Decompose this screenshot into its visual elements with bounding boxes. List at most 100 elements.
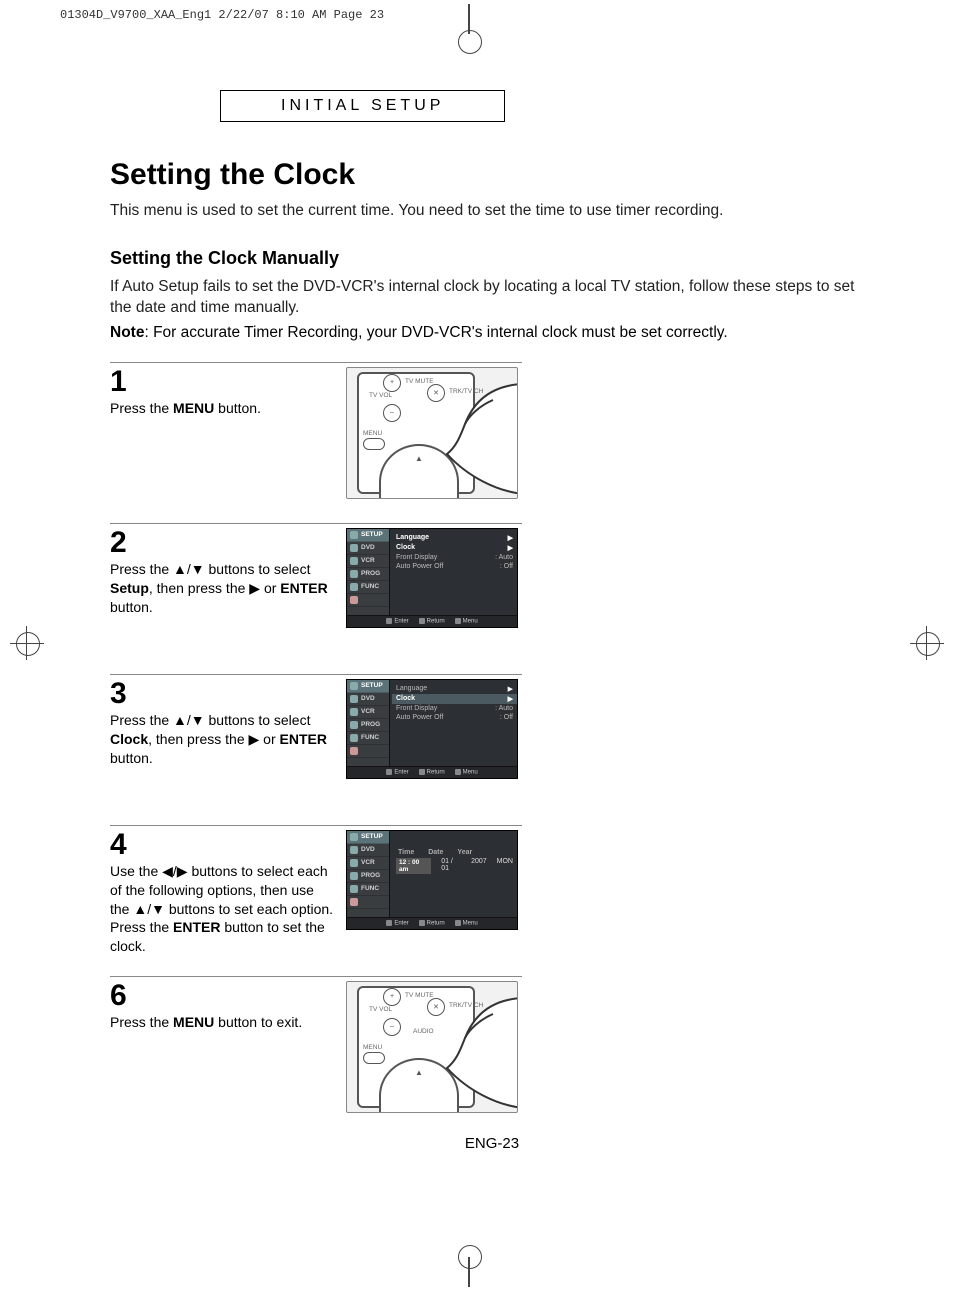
tv-vol-label: TV VOL <box>369 392 392 399</box>
section-label: INITIAL SETUP <box>281 97 444 114</box>
osd-main-panel: Language▶ Clock▶ Front Display: Auto Aut… <box>390 680 517 766</box>
osd-side-prog: PROG <box>347 568 389 581</box>
steps-list: 1 Press the MENU button. + TV MUTE ✕ TRK… <box>110 362 522 1127</box>
chevron-right-icon: ▶ <box>508 534 513 542</box>
osd-row-clock: Clock▶ <box>396 543 513 553</box>
osd-side-vcr: VCR <box>347 706 389 719</box>
registration-cross-left <box>10 643 44 644</box>
page-content: INITIAL SETUP Setting the Clock This men… <box>0 0 954 1192</box>
osd-main-panel: Time Date Year 12 : 00 am 01 / 01 2007 M… <box>390 831 517 917</box>
exit-icon <box>350 747 358 755</box>
chevron-right-icon: ▶ <box>508 544 513 552</box>
print-job-header: 01304D_V9700_XAA_Eng1 2/22/07 8:10 AM Pa… <box>60 8 384 22</box>
step-6: 6 Press the MENU button to exit. + TV MU… <box>110 976 522 1127</box>
intro-text: This menu is used to set the current tim… <box>110 202 874 220</box>
step-number: 4 <box>110 830 334 860</box>
crop-mark-bottom-icon <box>460 1245 480 1285</box>
gear-icon <box>350 833 358 841</box>
page-title: Setting the Clock <box>110 158 874 192</box>
osd-footer: Enter Return Menu <box>347 917 517 930</box>
osd-hint-enter: Enter <box>386 920 408 927</box>
step-3: 3 Press the ▲/▼ buttons to select Clock,… <box>110 674 522 825</box>
gear-icon <box>350 682 358 690</box>
vol-minus-icon: – <box>383 404 401 422</box>
exit-icon <box>350 898 358 906</box>
osd-hint-menu: Menu <box>455 618 478 625</box>
gear-icon <box>350 531 358 539</box>
clock-value-row: 12 : 00 am 01 / 01 2007 MON <box>396 858 513 874</box>
vol-plus-icon: + <box>383 988 401 1006</box>
disc-icon <box>350 695 358 703</box>
step-number: 2 <box>110 528 334 558</box>
osd-sidebar: SETUP DVD VCR PROG FUNC <box>347 831 390 917</box>
step-figure: SETUP DVD VCR PROG FUNC Time Date Year <box>342 830 522 962</box>
osd-setup-menu: SETUP DVD VCR PROG FUNC Language▶ Clock▶… <box>346 528 518 629</box>
osd-side-func: FUNC <box>347 581 389 594</box>
crop-mark-top-icon <box>460 12 480 32</box>
step-description: Press the ▲/▼ buttons to select Setup, t… <box>110 560 334 617</box>
osd-side-prog: PROG <box>347 719 389 732</box>
osd-sidebar: SETUP DVD VCR PROG FUNC <box>347 529 390 615</box>
note-label: Note <box>110 324 144 341</box>
menu-label: MENU <box>363 1044 382 1051</box>
step-figure: SETUP DVD VCR PROG FUNC Language▶ Clock▶… <box>342 679 522 811</box>
osd-main-panel: Language▶ Clock▶ Front Display: Auto Aut… <box>390 529 517 615</box>
remote-illustration: + TV MUTE ✕ TRK/TV CH TV VOL – MENU ▲ <box>346 367 518 499</box>
hand-thumb-icon <box>417 990 518 1110</box>
osd-hint-return: Return <box>419 618 445 625</box>
osd-hint-menu: Menu <box>455 769 478 776</box>
step-description: Press the MENU button. <box>110 399 334 418</box>
subheading: Setting the Clock Manually <box>110 248 874 269</box>
osd-row-clock: Clock▶ <box>392 694 517 704</box>
clock-time-value: 12 : 00 am <box>396 858 431 874</box>
chevron-right-icon: ▶ <box>508 685 513 693</box>
step-1: 1 Press the MENU button. + TV MUTE ✕ TRK… <box>110 362 522 523</box>
osd-row-language: Language▶ <box>396 533 513 543</box>
step-figure: + TV MUTE ✕ TRK/TV CH TV VOL – MENU ▲ <box>342 367 522 509</box>
vol-plus-icon: + <box>383 374 401 392</box>
section-header-box: INITIAL SETUP <box>220 90 505 122</box>
chevron-right-icon: ▶ <box>508 695 513 703</box>
step-description: Press the ▲/▼ buttons to select Clock, t… <box>110 711 334 768</box>
step-number: 1 <box>110 367 334 397</box>
osd-side-func: FUNC <box>347 732 389 745</box>
tape-icon <box>350 859 358 867</box>
disc-icon <box>350 846 358 854</box>
clock-icon <box>350 721 358 729</box>
page-number: ENG-23 <box>110 1135 874 1152</box>
clock-year-value: 2007 <box>471 858 487 874</box>
osd-hint-enter: Enter <box>386 618 408 625</box>
osd-side-exit <box>347 745 389 758</box>
hand-thumb-icon <box>417 376 518 496</box>
clock-header-row: Time Date Year <box>398 849 513 856</box>
osd-side-prog: PROG <box>347 870 389 883</box>
disc-icon <box>350 544 358 552</box>
osd-hint-enter: Enter <box>386 769 408 776</box>
menu-button-icon <box>363 1052 385 1064</box>
func-icon <box>350 734 358 742</box>
func-icon <box>350 583 358 591</box>
step-description: Use the ◀/▶ buttons to select each of th… <box>110 862 334 956</box>
step-figure: + TV MUTE ✕ TRK/TV CH TV VOL – AUDIO MEN… <box>342 981 522 1113</box>
osd-side-exit <box>347 896 389 909</box>
osd-side-setup: SETUP <box>347 831 389 844</box>
osd-row-auto-power-off: Auto Power Off: Off <box>396 713 513 722</box>
osd-footer: Enter Return Menu <box>347 766 517 779</box>
osd-side-exit <box>347 594 389 607</box>
osd-row-auto-power-off: Auto Power Off: Off <box>396 562 513 571</box>
osd-row-front-display: Front Display: Auto <box>396 704 513 713</box>
osd-row-front-display: Front Display: Auto <box>396 553 513 562</box>
remote-illustration: + TV MUTE ✕ TRK/TV CH TV VOL – AUDIO MEN… <box>346 981 518 1113</box>
osd-sidebar: SETUP DVD VCR PROG FUNC <box>347 680 390 766</box>
clock-icon <box>350 872 358 880</box>
step-description: Press the MENU button to exit. <box>110 1013 334 1032</box>
vol-minus-icon: – <box>383 1018 401 1036</box>
osd-side-setup: SETUP <box>347 529 389 542</box>
note-text: : For accurate Timer Recording, your DVD… <box>144 324 727 341</box>
step-number: 3 <box>110 679 334 709</box>
osd-side-vcr: VCR <box>347 555 389 568</box>
menu-label: MENU <box>363 430 382 437</box>
osd-side-dvd: DVD <box>347 844 389 857</box>
osd-side-func: FUNC <box>347 883 389 896</box>
clock-icon <box>350 570 358 578</box>
